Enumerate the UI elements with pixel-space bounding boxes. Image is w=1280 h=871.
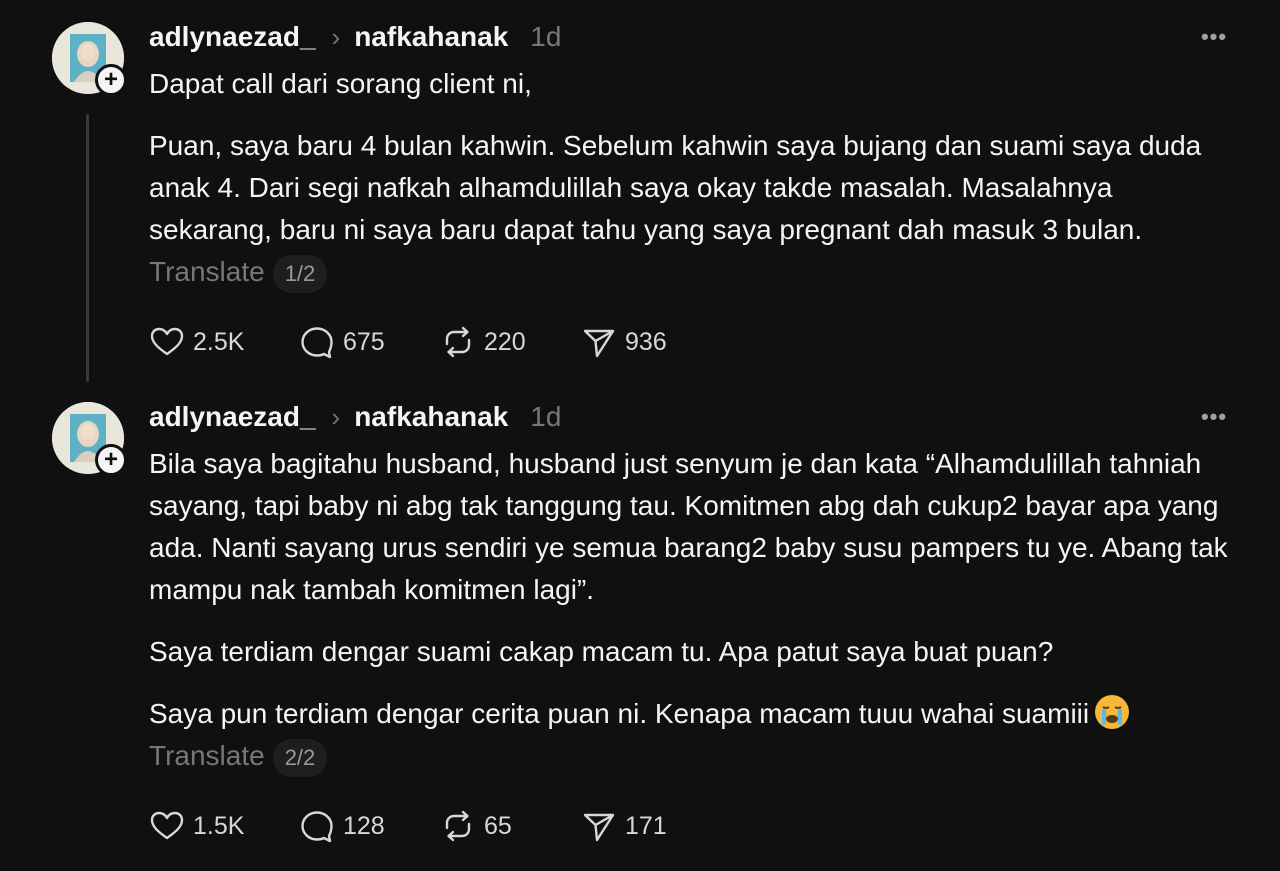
repost-arrows-icon (445, 326, 471, 358)
send-paper-plane-icon (583, 813, 615, 842)
page-indicator: 2/2 (272, 738, 328, 777)
reply-target-username[interactable]: nafkahanak (354, 21, 508, 53)
like-count: 1.5K (193, 811, 245, 840)
reply-count: 128 (343, 811, 385, 840)
post-paragraph: Puan, saya baru 4 bulan kahwin. Sebelum … (149, 125, 1229, 293)
send-paper-plane-icon (583, 329, 615, 358)
like-button[interactable]: 2.5K (149, 322, 299, 362)
heart-icon (150, 811, 184, 840)
share-count: 936 (625, 327, 667, 356)
post-paragraph: Translate 2/2 (149, 735, 1229, 777)
translate-link[interactable]: Translate (149, 740, 265, 771)
repost-count: 220 (484, 327, 526, 356)
post-paragraph: Dapat call dari sorang client ni, (149, 68, 532, 99)
share-count: 171 (625, 811, 667, 840)
heart-icon (150, 327, 184, 356)
thread-connector-line (86, 114, 89, 382)
post-actions: 1.5K 128 65 171 (149, 806, 667, 846)
more-horizontal-icon[interactable]: ••• (1198, 24, 1230, 49)
chevron-right-icon: › (331, 21, 341, 52)
comment-bubble-icon (301, 327, 333, 359)
share-button[interactable]: 936 (581, 322, 667, 362)
translate-link[interactable]: Translate (149, 256, 265, 287)
comment-bubble-icon (301, 811, 333, 843)
username[interactable]: adlynaezad_ (149, 401, 316, 433)
post-paragraph: Bila saya bagitahu husband, husband just… (149, 448, 1228, 605)
post-body: Bila saya bagitahu husband, husband just… (149, 443, 1229, 777)
post-paragraph: Saya terdiam dengar suami cakap macam tu… (149, 636, 1054, 667)
follow-plus-icon[interactable]: + (95, 64, 127, 96)
post-actions: 2.5K 675 220 936 (149, 322, 667, 362)
post-body: Dapat call dari sorang client ni, Puan, … (149, 63, 1229, 293)
post-paragraph-text: Saya pun terdiam dengar cerita puan ni. … (149, 698, 1090, 729)
repost-arrows-icon (445, 810, 471, 842)
repost-count: 65 (484, 811, 512, 840)
loudly-crying-face-emoji (1095, 695, 1130, 729)
reply-button[interactable]: 128 (299, 806, 440, 846)
share-button[interactable]: 171 (581, 806, 667, 846)
follow-plus-icon[interactable]: + (95, 444, 127, 476)
reply-target-username[interactable]: nafkahanak (354, 401, 508, 433)
reply-button[interactable]: 675 (299, 322, 440, 362)
chevron-right-icon: › (331, 401, 341, 432)
like-count: 2.5K (193, 327, 245, 356)
post-paragraph: Saya pun terdiam dengar cerita puan ni. … (149, 693, 1229, 735)
page-indicator: 1/2 (272, 254, 328, 293)
repost-button[interactable]: 65 (440, 806, 581, 846)
post-paragraph-text: Puan, saya baru 4 bulan kahwin. Sebelum … (149, 130, 1202, 245)
post-timestamp: 1d (530, 21, 562, 52)
more-horizontal-icon[interactable]: ••• (1198, 404, 1230, 429)
post-timestamp: 1d (530, 401, 562, 432)
reply-count: 675 (343, 327, 385, 356)
post-header: adlynaezad_ › nafkahanak 1d (149, 398, 561, 436)
like-button[interactable]: 1.5K (149, 806, 299, 846)
username[interactable]: adlynaezad_ (149, 21, 316, 53)
repost-button[interactable]: 220 (440, 322, 581, 362)
post-header: adlynaezad_ › nafkahanak 1d (149, 18, 561, 56)
